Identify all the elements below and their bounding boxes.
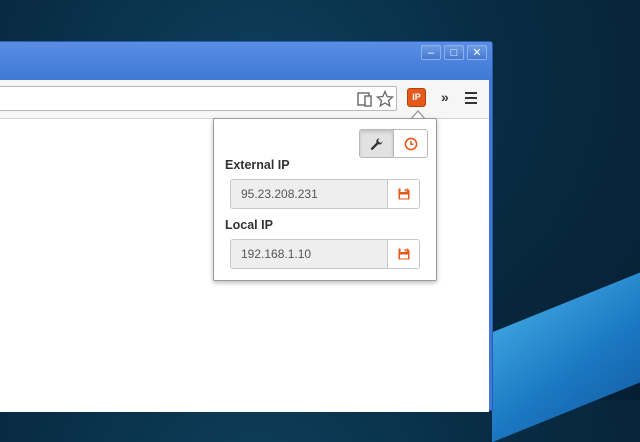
overflow-chevron-icon[interactable]: »: [441, 89, 449, 105]
clock-icon: [404, 137, 417, 150]
address-bar[interactable]: [0, 86, 397, 111]
save-local-ip-button[interactable]: [387, 239, 420, 269]
ip-extension-icon[interactable]: IP: [407, 88, 426, 107]
minimize-button[interactable]: –: [421, 45, 441, 60]
close-button[interactable]: ✕: [467, 45, 487, 60]
maximize-button[interactable]: □: [444, 45, 464, 60]
local-ip-field[interactable]: 192.168.1.10: [230, 239, 387, 269]
settings-button[interactable]: [360, 130, 394, 157]
ip-popup: External IP 95.23.208.231 Local IP 192.1…: [213, 118, 437, 281]
star-icon[interactable]: [376, 90, 394, 108]
history-button[interactable]: [394, 130, 427, 157]
window-controls: – □ ✕: [421, 45, 487, 60]
local-ip-label: Local IP: [225, 218, 273, 232]
external-ip-label: External IP: [225, 158, 290, 172]
save-external-ip-button[interactable]: [387, 179, 420, 209]
desktop-wallpaper-accent: [492, 267, 640, 442]
wrench-icon: [370, 137, 383, 150]
title-bar[interactable]: – □ ✕: [0, 42, 492, 80]
popup-button-group: [359, 129, 428, 158]
save-icon: [398, 188, 409, 200]
hamburger-menu-icon[interactable]: [465, 92, 477, 107]
external-ip-field[interactable]: 95.23.208.231: [230, 179, 387, 209]
device-mode-icon[interactable]: [356, 90, 374, 108]
external-ip-row: 95.23.208.231: [230, 179, 420, 209]
save-icon: [398, 248, 409, 260]
local-ip-row: 192.168.1.10: [230, 239, 420, 269]
